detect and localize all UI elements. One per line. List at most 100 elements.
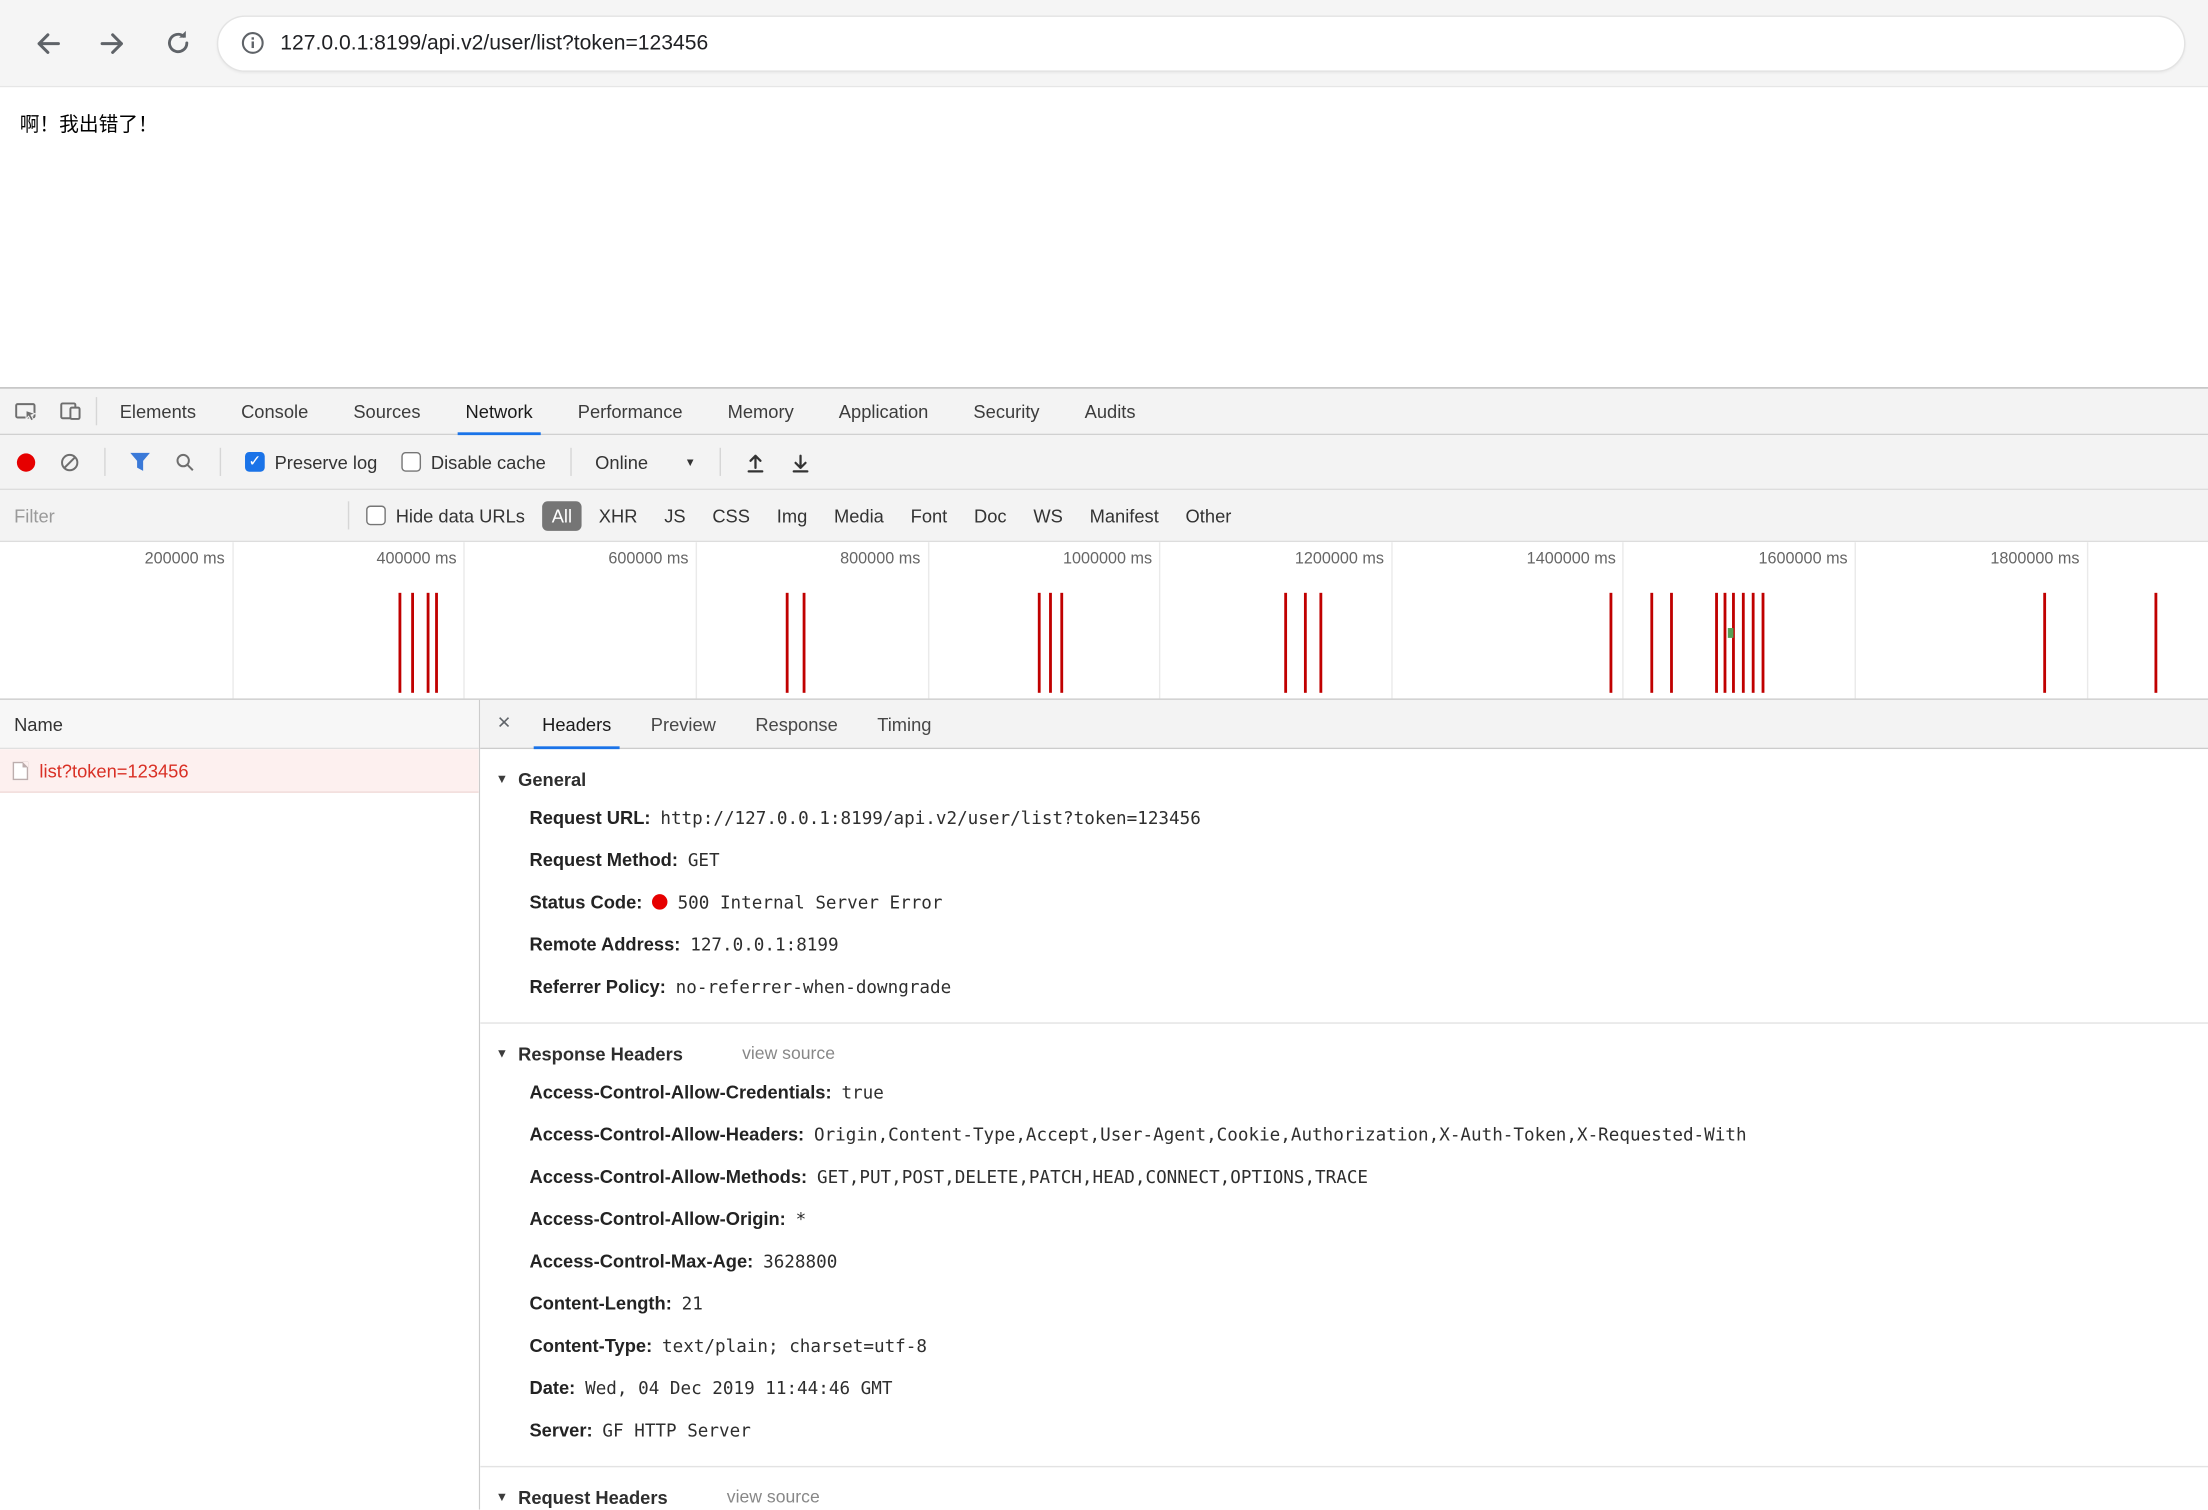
network-filter-bar: Hide data URLs All XHR JS CSS Img Media … xyxy=(0,490,2208,542)
timeline-error-bar xyxy=(1319,592,1322,693)
header-field: Access-Control-Allow-Methods:GET,PUT,POS… xyxy=(480,1156,2208,1198)
resource-type-filter[interactable]: WS xyxy=(1023,501,1072,531)
separator xyxy=(570,448,571,476)
resource-type-filter[interactable]: Manifest xyxy=(1080,501,1169,531)
inspect-element-icon[interactable] xyxy=(14,400,37,423)
address-bar[interactable]: 127.0.0.1:8199/api.v2/user/list?token=12… xyxy=(217,15,2186,71)
headers-view: ▼ General Request URL: http://127.0.0.1:8… xyxy=(480,749,2208,1509)
filter-funnel-icon[interactable] xyxy=(130,452,151,472)
devtools-tab[interactable]: Performance xyxy=(555,389,705,434)
header-field: Access-Control-Allow-Headers:Origin,Cont… xyxy=(480,1114,2208,1156)
request-headers-section-header[interactable]: ▼ Request Headers view source xyxy=(480,1479,2208,1510)
resource-type-filter[interactable]: Media xyxy=(824,501,894,531)
header-field: Server:GF HTTP Server xyxy=(480,1410,2208,1452)
browser-window: 127.0.0.1:8199/api.v2/user/list?token=12… xyxy=(0,0,2208,1510)
record-network-log-icon[interactable] xyxy=(17,453,35,471)
device-toolbar-icon[interactable] xyxy=(59,400,82,423)
header-name: Content-Length: xyxy=(529,1293,671,1314)
triangle-down-icon: ▼ xyxy=(496,772,509,786)
resource-type-filter[interactable]: Doc xyxy=(964,501,1016,531)
import-har-icon[interactable] xyxy=(745,451,766,472)
header-name: Referrer Policy: xyxy=(529,976,665,997)
clear-network-log-icon[interactable] xyxy=(59,451,80,472)
timeline-error-bar xyxy=(2155,592,2158,693)
header-field: Request URL: http://127.0.0.1:8199/api.v2… xyxy=(480,797,2208,839)
close-icon[interactable]: × xyxy=(486,700,523,748)
timeline-error-bar xyxy=(1650,592,1653,693)
timeline-error-bar xyxy=(1742,592,1745,693)
resource-type-filter[interactable]: All xyxy=(542,501,582,531)
response-headers-section-header[interactable]: ▼ Response Headers view source xyxy=(480,1035,2208,1072)
request-details-panel: × Headers Preview Response Timing xyxy=(480,700,2208,1510)
resource-type-filters: All XHR JS CSS Img Media Font Doc WS xyxy=(542,501,1241,531)
devtools-tab[interactable]: Elements xyxy=(97,389,218,434)
devtools-left-icons xyxy=(0,389,96,434)
resource-type-filter[interactable]: JS xyxy=(654,501,695,531)
details-tab[interactable]: Preview xyxy=(631,700,736,748)
header-field: Referrer Policy:no-referrer-when-downgra… xyxy=(480,966,2208,1008)
disable-cache-label: Disable cache xyxy=(431,451,546,472)
timeline-error-bar xyxy=(1304,592,1307,693)
devtools-tab[interactable]: Audits xyxy=(1062,389,1158,434)
general-section-header[interactable]: ▼ General xyxy=(480,760,2208,797)
devtools-tabbar: Elements Console Sources Network Perform… xyxy=(0,389,2208,435)
timeline-bars xyxy=(0,542,2208,698)
section-title: Response Headers xyxy=(518,1043,683,1064)
export-har-icon[interactable] xyxy=(790,451,811,472)
throttling-dropdown[interactable]: Online ▼ xyxy=(595,451,696,472)
details-tab[interactable]: Headers xyxy=(522,700,631,748)
devtools-tab[interactable]: Security xyxy=(951,389,1062,434)
view-source-link[interactable]: view source xyxy=(727,1487,820,1507)
header-name: Status Code: xyxy=(529,891,642,912)
header-name: Remote Address: xyxy=(529,934,680,955)
name-column-header[interactable]: Name xyxy=(0,700,479,749)
filter-input[interactable] xyxy=(14,505,331,526)
preserve-log-checkbox[interactable]: ✓ Preserve log xyxy=(245,451,377,472)
header-value: GET,PUT,POST,DELETE,PATCH,HEAD,CONNECT,O… xyxy=(817,1166,1368,1187)
resource-type-filter[interactable]: XHR xyxy=(589,501,647,531)
header-field: Access-Control-Allow-Origin:* xyxy=(480,1198,2208,1240)
status-red-dot-icon xyxy=(652,894,667,909)
reload-button[interactable] xyxy=(152,18,203,69)
header-value: * xyxy=(796,1208,807,1229)
header-field: Access-Control-Allow-Credentials:true xyxy=(480,1072,2208,1114)
resource-type-filter[interactable]: Font xyxy=(901,501,957,531)
devtools-tab[interactable]: Network xyxy=(443,389,555,434)
devtools-tab[interactable]: Sources xyxy=(331,389,443,434)
resource-type-filter[interactable]: Img xyxy=(767,501,817,531)
header-value: http://127.0.0.1:8199/api.v2/user/list?t… xyxy=(660,807,1200,828)
network-overview-timeline[interactable]: 200000 ms 400000 ms 600000 ms 80 xyxy=(0,542,2208,700)
timeline-error-bar xyxy=(1732,592,1735,693)
search-icon[interactable] xyxy=(175,451,196,472)
header-name: Access-Control-Allow-Credentials: xyxy=(529,1081,831,1102)
header-value: 21 xyxy=(682,1293,703,1314)
separator xyxy=(720,448,721,476)
timeline-error-bar xyxy=(1049,592,1052,693)
resource-type-filter[interactable]: Other xyxy=(1176,501,1242,531)
header-name: Request URL: xyxy=(529,807,650,828)
hide-data-urls-label: Hide data URLs xyxy=(396,505,525,526)
throttling-value: Online xyxy=(595,451,648,472)
header-name: Date: xyxy=(529,1377,575,1398)
timeline-error-bar xyxy=(427,592,430,693)
devtools-tab[interactable]: Application xyxy=(816,389,951,434)
page-info-icon[interactable] xyxy=(241,31,265,55)
header-field: Remote Address:127.0.0.1:8199 xyxy=(480,924,2208,966)
devtools-tab[interactable]: Memory xyxy=(705,389,816,434)
details-tab[interactable]: Response xyxy=(736,700,858,748)
timeline-error-bar xyxy=(1284,592,1287,693)
header-name: Content-Type: xyxy=(529,1335,652,1356)
devtools-tab[interactable]: Console xyxy=(219,389,331,434)
network-request-row[interactable]: list?token=123456 xyxy=(0,749,479,793)
timeline-error-bar xyxy=(1724,592,1727,693)
resource-type-filter[interactable]: CSS xyxy=(702,501,759,531)
forward-button[interactable] xyxy=(87,18,138,69)
header-value: GET xyxy=(688,849,720,870)
network-toolbar: ✓ Preserve log Disable cache Online ▼ xyxy=(0,435,2208,490)
disable-cache-checkbox[interactable]: Disable cache xyxy=(401,451,546,472)
view-source-link[interactable]: view source xyxy=(742,1043,835,1063)
timeline-error-bar xyxy=(411,592,414,693)
hide-data-urls-checkbox[interactable]: Hide data URLs xyxy=(366,505,525,526)
details-tab[interactable]: Timing xyxy=(857,700,951,748)
back-button[interactable] xyxy=(23,18,74,69)
